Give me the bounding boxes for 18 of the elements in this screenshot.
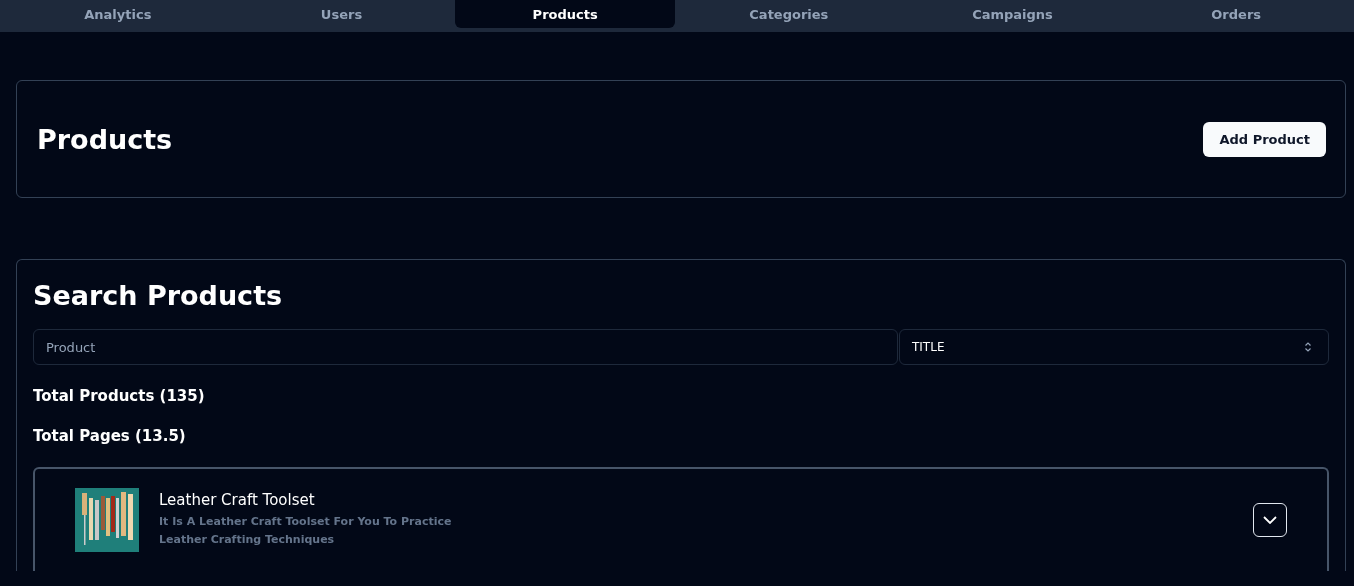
- total-products: Total Products (135): [33, 387, 206, 405]
- sort-icon: [1304, 342, 1312, 352]
- expand-button[interactable]: [1253, 503, 1287, 537]
- product-description: It Is A Leather Craft Toolset For You To Practice Leather Crafting Techniques: [159, 514, 453, 548]
- page-title: Products: [37, 123, 173, 155]
- nav-tab[interactable]: Categories: [679, 0, 899, 28]
- product-name: Leather Craft Toolset: [159, 491, 316, 509]
- nav-tab[interactable]: Users: [231, 0, 452, 28]
- nav-tab[interactable]: Analytics: [8, 0, 228, 28]
- section-title: Search Products: [33, 280, 284, 311]
- search-field[interactable]: Product: [33, 329, 898, 365]
- filter-select[interactable]: TITLE: [899, 329, 1329, 365]
- chevron-down-icon: [1263, 516, 1277, 524]
- nav-tab[interactable]: Campaigns: [902, 0, 1123, 28]
- add-product-button[interactable]: Add Product: [1203, 121, 1326, 157]
- nav-tab[interactable]: Orders: [1126, 0, 1346, 28]
- nav-tab[interactable]: Products: [455, 0, 675, 28]
- total-pages: Total Pages (13.5): [33, 427, 187, 445]
